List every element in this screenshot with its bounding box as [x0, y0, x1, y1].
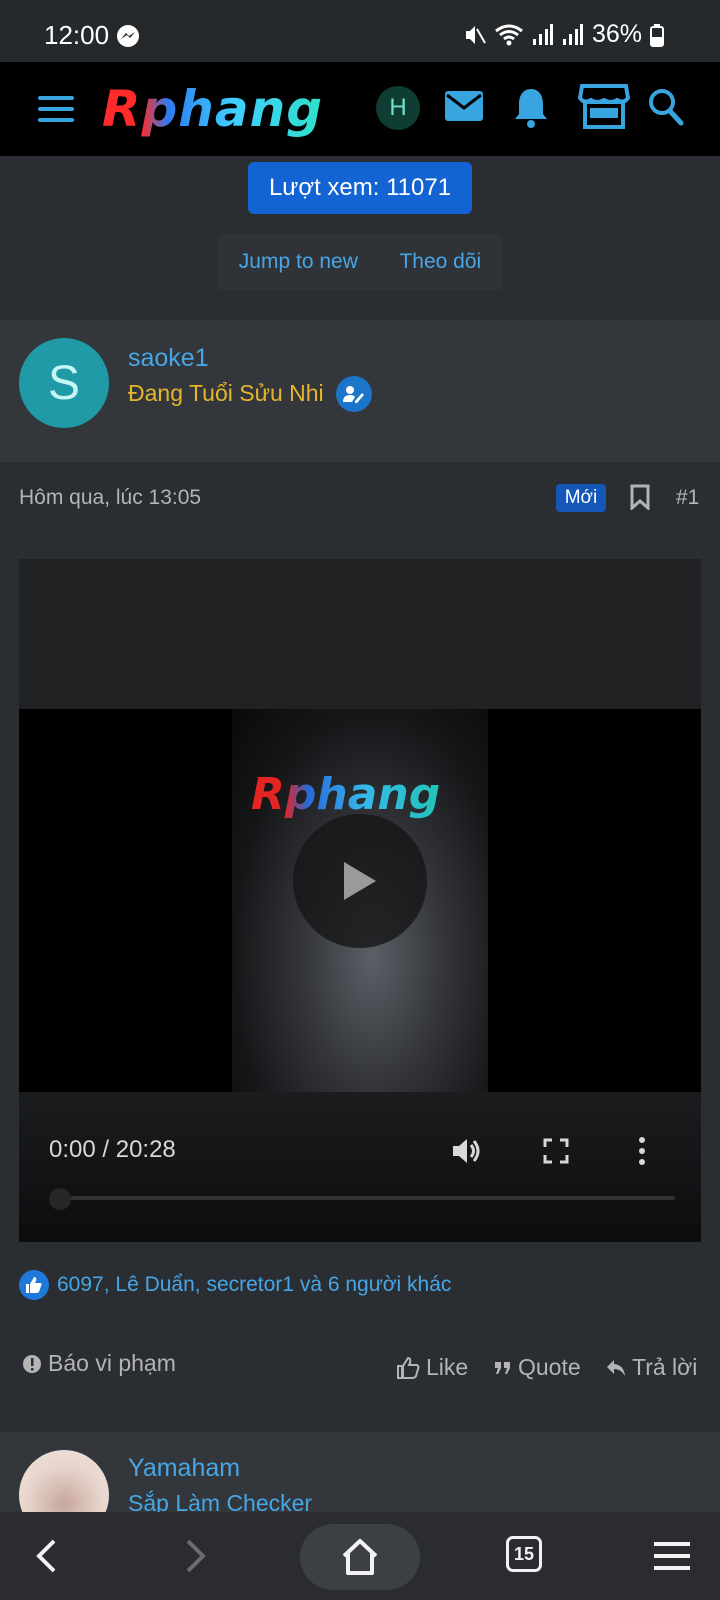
- post-actions: Báo vi phạm Like Quote Trả lời: [0, 1350, 720, 1390]
- site-logo[interactable]: Rphang: [102, 80, 323, 138]
- battery-percent: 36%: [591, 20, 642, 48]
- video-player[interactable]: Rphang 0:00 / 20:28: [19, 559, 701, 1242]
- username[interactable]: Yamaham: [128, 1454, 240, 1483]
- menu-icon[interactable]: [654, 1542, 690, 1570]
- forward-icon[interactable]: [184, 1538, 208, 1574]
- volume-icon[interactable]: [451, 1136, 483, 1166]
- new-badge: Mới: [556, 484, 606, 512]
- home-button[interactable]: [300, 1524, 420, 1590]
- post-author: S saoke1 Đang Tuổi Sửu Nhi: [0, 320, 720, 462]
- more-options-icon[interactable]: [637, 1136, 647, 1166]
- avatar[interactable]: S: [19, 338, 109, 428]
- post-date[interactable]: Hôm qua, lúc 13:05: [19, 486, 201, 510]
- reply-icon: [607, 1359, 625, 1376]
- status-bar: 12:00 36%: [0, 0, 720, 62]
- video-time: 0:00 / 20:28: [49, 1136, 176, 1163]
- search-icon[interactable]: [648, 88, 684, 126]
- post-number[interactable]: #1: [676, 486, 699, 510]
- browser-toolbar: 15: [0, 1512, 720, 1600]
- report-button[interactable]: Báo vi phạm: [22, 1350, 176, 1377]
- reactions-text[interactable]: 6097, Lê Duẩn, secretor1 và 6 người khác: [57, 1273, 451, 1297]
- messenger-icon: [117, 25, 139, 47]
- quote-label: Quote: [518, 1354, 581, 1380]
- status-time: 12:00: [44, 20, 110, 50]
- report-label: Báo vi phạm: [48, 1350, 176, 1376]
- play-button[interactable]: [293, 814, 427, 948]
- play-icon: [344, 862, 376, 900]
- mute-icon: [465, 25, 486, 44]
- store-icon[interactable]: [578, 82, 630, 130]
- quote-button[interactable]: Quote: [494, 1354, 581, 1381]
- bookmark-icon[interactable]: [630, 484, 650, 510]
- thread-actions: Jump to new Theo dõi: [218, 234, 502, 290]
- signal-icon-2: [562, 23, 583, 45]
- tabs-button[interactable]: 15: [506, 1536, 542, 1572]
- battery-icon: [650, 23, 664, 47]
- back-icon[interactable]: [34, 1538, 58, 1574]
- bell-icon[interactable]: [512, 86, 550, 128]
- username[interactable]: saoke1: [128, 344, 209, 373]
- wifi-icon: [495, 24, 523, 45]
- fullscreen-icon[interactable]: [543, 1138, 569, 1164]
- user-title: Đang Tuổi Sửu Nhi: [128, 380, 324, 406]
- video-progress-track[interactable]: [49, 1196, 675, 1200]
- video-progress-handle[interactable]: [49, 1188, 71, 1210]
- mail-icon[interactable]: [444, 90, 484, 122]
- video-stage[interactable]: Rphang: [19, 709, 701, 1092]
- like-label: Like: [426, 1354, 469, 1380]
- top-navigation: Rphang H: [0, 62, 720, 156]
- user-avatar[interactable]: H: [376, 86, 420, 130]
- reply-label: Trả lời: [632, 1354, 698, 1380]
- quote-icon: [495, 1361, 510, 1374]
- view-count-badge: Lượt xem: 11071: [248, 162, 472, 214]
- signal-icon: [532, 23, 553, 45]
- thumbs-up-icon: [397, 1356, 420, 1379]
- like-reaction-icon: [19, 1270, 49, 1300]
- user-edit-badge-icon: [336, 376, 372, 412]
- reactions-bar[interactable]: 6097, Lê Duẩn, secretor1 và 6 người khác: [19, 1270, 451, 1300]
- alert-icon: [23, 1354, 41, 1373]
- reply-button[interactable]: Trả lời: [606, 1354, 697, 1381]
- home-icon: [342, 1539, 378, 1575]
- video-watermark: Rphang: [251, 769, 441, 820]
- like-button[interactable]: Like: [396, 1354, 468, 1381]
- post-author-2: Yamaham Sắp Làm Checker: [0, 1432, 720, 1540]
- menu-icon[interactable]: [38, 96, 74, 124]
- video-controls: 0:00 / 20:28: [19, 1092, 701, 1242]
- jump-to-new-link[interactable]: Jump to new: [239, 250, 358, 274]
- watch-link[interactable]: Theo dõi: [399, 250, 481, 274]
